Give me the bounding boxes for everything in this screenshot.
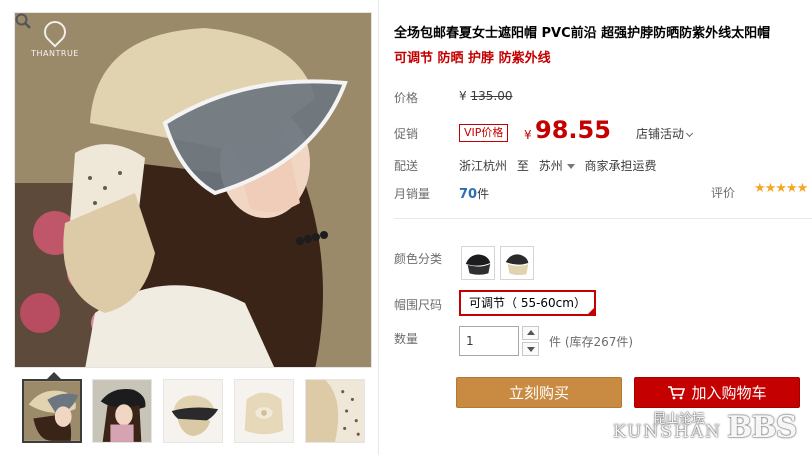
quantity-label: 数量 <box>394 332 419 346</box>
thumbnail-1[interactable] <box>22 379 82 443</box>
original-price-value: 135.00 <box>470 89 513 103</box>
monthly-sales-label: 月销量 <box>394 187 431 201</box>
thumbnail-4[interactable] <box>234 379 294 443</box>
shipping-fee: 商家承担运费 <box>584 159 657 173</box>
product-photo <box>15 13 371 367</box>
original-price-currency: ¥ <box>459 89 467 103</box>
shop-activity-label: 店铺活动 <box>636 127 685 141</box>
buy-now-label: 立刻购买 <box>508 384 569 402</box>
promo-price-currency: ¥ <box>524 128 532 142</box>
zoom-icon[interactable] <box>15 13 31 29</box>
cart-icon <box>668 386 686 400</box>
thumbnail-image <box>235 380 293 442</box>
watermark-bbs: BBS <box>727 410 797 445</box>
brand-logo-mark <box>39 16 71 48</box>
product-title: 全场包邮春夏女士遮阳帽 PVC前沿 超强护脖防晒防紫外线太阳帽 <box>394 26 771 41</box>
monthly-sales: 70件 <box>459 185 489 202</box>
brand-logo: THANTRUE <box>23 16 87 59</box>
selected-check-icon <box>585 306 596 316</box>
thumbnail-image <box>24 381 80 441</box>
thumbnail-selected-indicator <box>47 372 61 379</box>
beige-hat-swatch-image <box>505 254 529 276</box>
original-price: ¥ 135.00 <box>459 89 512 103</box>
quantity-increase-button[interactable] <box>522 326 539 340</box>
watermark-en: KUNSHAN <box>613 422 722 442</box>
chevron-down-icon <box>685 129 694 138</box>
shop-activity-dropdown[interactable]: 店铺活动 <box>636 125 694 142</box>
color-swatch-black[interactable] <box>461 246 495 280</box>
shipping-label: 配送 <box>394 159 419 173</box>
product-subtitle: 可调节 防晒 护脖 防紫外线 <box>394 51 551 66</box>
thumbnail-5[interactable] <box>305 379 365 443</box>
quantity-decrease-button[interactable] <box>522 342 539 356</box>
price-label: 价格 <box>394 91 419 105</box>
size-option-label: 可调节（ 55-60cm） <box>469 296 586 310</box>
thumbnail-3[interactable] <box>163 379 223 443</box>
divider <box>394 218 812 219</box>
monthly-sales-unit: 件 <box>477 187 490 201</box>
add-to-cart-label: 加入购物车 <box>691 384 767 402</box>
promo-label: 促销 <box>394 127 419 141</box>
color-label: 颜色分类 <box>394 252 443 266</box>
color-swatch-beige[interactable] <box>500 246 534 280</box>
black-hat-swatch-image <box>465 254 491 275</box>
thumbnail-image <box>164 380 222 442</box>
rating-stars[interactable]: ★★★★★ <box>754 181 808 196</box>
ship-to-city[interactable]: 苏州 <box>539 159 563 173</box>
caret-down-icon[interactable] <box>566 164 575 169</box>
ship-from: 浙江杭州 <box>459 159 508 173</box>
size-label: 帽围尺码 <box>394 298 443 312</box>
size-option-adjustable[interactable]: 可调节（ 55-60cm） <box>459 290 596 316</box>
shipping-info: 浙江杭州 至 苏州 商家承担运费 <box>459 157 663 174</box>
thumbnail-image <box>93 380 151 442</box>
buy-now-button[interactable]: 立刻购买 <box>456 377 622 408</box>
promo-price-value: 98.55 <box>535 116 611 144</box>
thumbnail-2[interactable] <box>92 379 152 443</box>
brand-logo-text: THANTRUE <box>31 49 79 58</box>
vip-price-tag: VIP价格 <box>459 124 509 142</box>
add-to-cart-button[interactable]: 加入购物车 <box>634 377 800 408</box>
stock-info: 件 (库存267件) <box>549 335 634 349</box>
product-details-panel: 全场包邮春夏女士遮阳帽 PVC前沿 超强护脖防晒防紫外线太阳帽 可调节 防晒 护… <box>378 0 812 455</box>
quantity-input[interactable] <box>459 326 519 356</box>
ship-to-word: 至 <box>516 159 529 173</box>
rating-label: 评价 <box>711 186 736 200</box>
thumbnail-image <box>306 380 364 442</box>
main-product-image[interactable]: THANTRUE <box>14 12 372 368</box>
monthly-sales-count: 70 <box>459 187 478 202</box>
